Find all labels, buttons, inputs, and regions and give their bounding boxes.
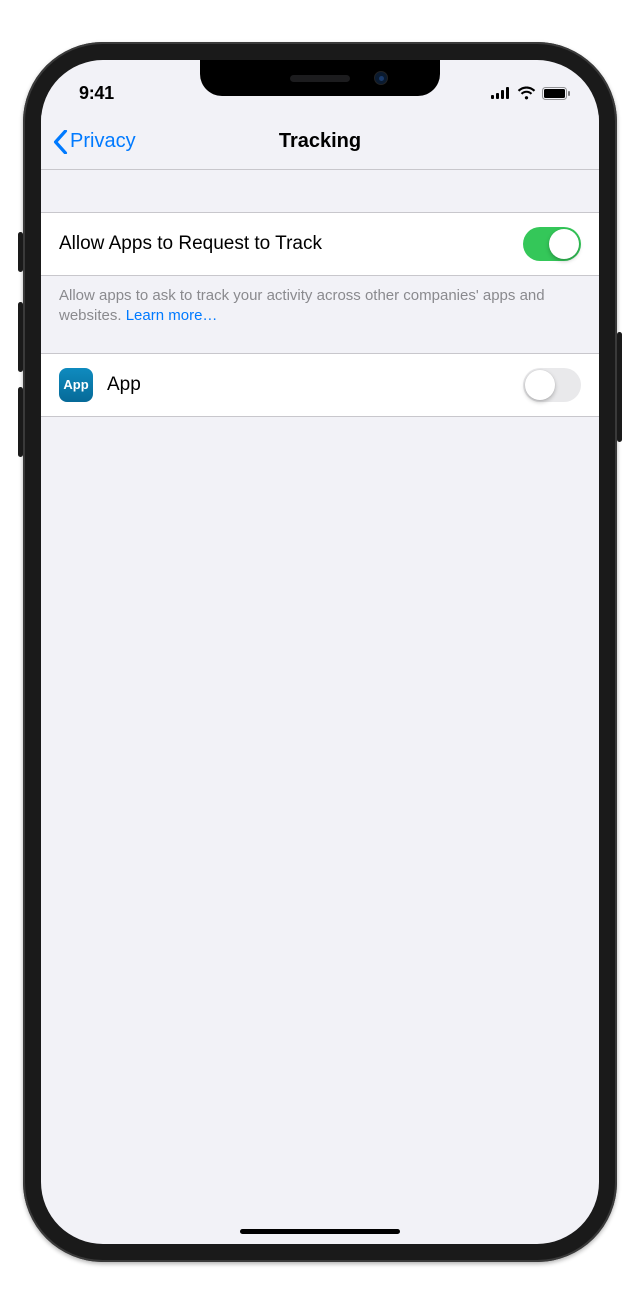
- device-frame: 9:41 Privacy Tracking Allow Apps to Requ…: [23, 42, 617, 1262]
- back-label: Privacy: [70, 130, 136, 153]
- app-icon: App: [59, 368, 93, 402]
- home-indicator[interactable]: [240, 1229, 400, 1234]
- learn-more-link[interactable]: Learn more…: [126, 307, 218, 324]
- allow-tracking-label: Allow Apps to Request to Track: [59, 233, 523, 255]
- allow-tracking-toggle[interactable]: [523, 227, 581, 261]
- screen: 9:41 Privacy Tracking Allow Apps to Requ…: [41, 60, 599, 1244]
- status-icons: [491, 86, 571, 100]
- nav-bar: Privacy Tracking: [41, 114, 599, 170]
- back-button[interactable]: Privacy: [41, 130, 136, 154]
- chevron-left-icon: [53, 130, 68, 154]
- app-row: App App: [41, 353, 599, 417]
- battery-icon: [542, 87, 571, 100]
- allow-tracking-row: Allow Apps to Request to Track: [41, 212, 599, 276]
- status-time: 9:41: [79, 83, 114, 104]
- content: Allow Apps to Request to Track Allow app…: [41, 170, 599, 417]
- app-tracking-toggle[interactable]: [523, 368, 581, 402]
- section-footer: Allow apps to ask to track your activity…: [41, 276, 599, 353]
- notch: [200, 60, 440, 96]
- app-name-label: App: [107, 374, 523, 396]
- wifi-icon: [517, 86, 536, 100]
- cellular-icon: [491, 87, 511, 99]
